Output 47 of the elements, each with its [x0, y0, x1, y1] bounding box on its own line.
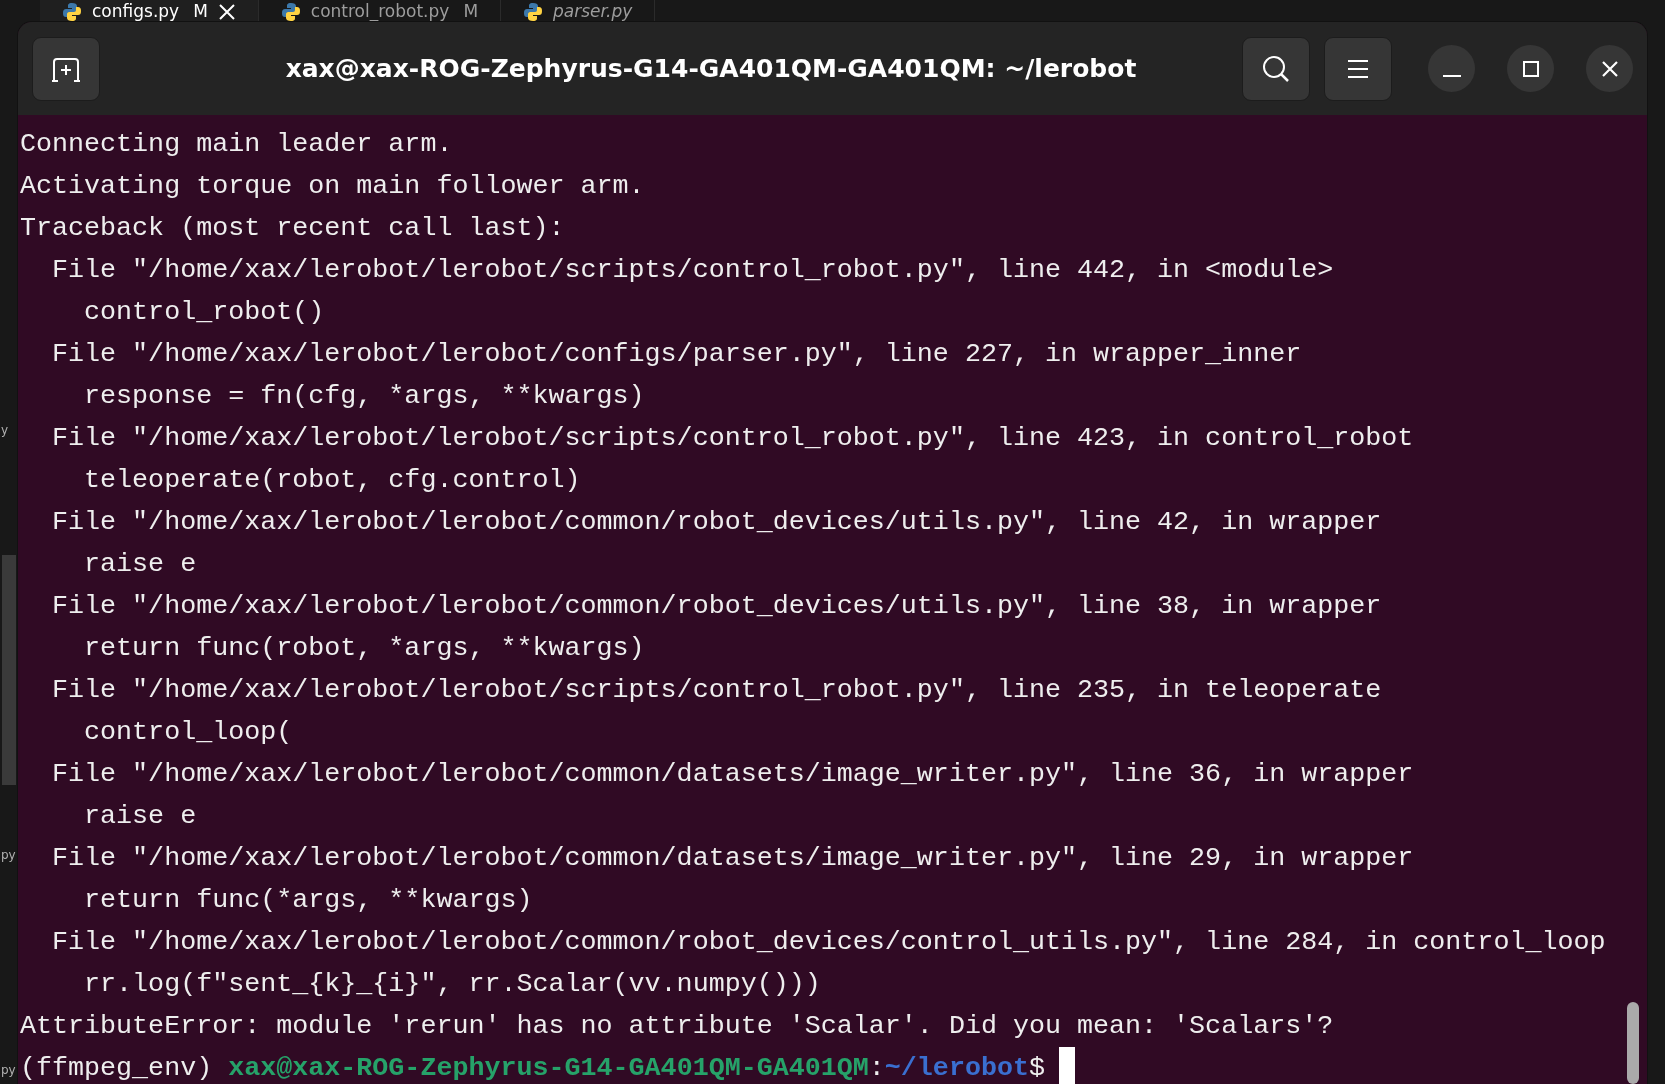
close-button[interactable]: [1586, 45, 1633, 92]
search-icon: [1261, 53, 1291, 84]
maximize-button[interactable]: [1507, 45, 1554, 92]
terminal-line: return func(*args, **kwargs): [83, 884, 533, 917]
terminal-line: File "/home/xax/lerobot/lerobot/scripts/control_robot.py", line 423, in control_robot: [51, 422, 1414, 455]
terminal-line: File "/home/xax/lerobot/lerobot/scripts/control_robot.py", line 235, in teleoperate: [51, 674, 1382, 707]
text-cursor: [1059, 1047, 1075, 1084]
prompt-user-host: xax@xax-ROG-Zephyrus-G14-GA401QM-GA401QM: [228, 1053, 869, 1083]
terminal-line: File "/home/xax/lerobot/lerobot/common/robot_devices/utils.py", line 38, in wrapper: [51, 590, 1382, 623]
terminal-line: Connecting main leader arm.: [20, 128, 453, 161]
env-name: (ffmpeg_env): [20, 1053, 214, 1083]
python-icon: [62, 1, 82, 22]
close-icon[interactable]: [217, 2, 236, 21]
code-fragment: py: [1, 1063, 16, 1077]
terminal-line: return func(robot, *args, **kwargs): [83, 632, 645, 665]
python-icon: [523, 1, 544, 22]
terminal-line: response = fn(cfg, *args, **kwargs): [83, 380, 645, 413]
terminal-line: File "/home/xax/lerobot/lerobot/common/robot_devices/utils.py", line 42, in wrapper: [51, 506, 1382, 539]
menu-button[interactable]: [1324, 36, 1392, 101]
terminal-line: Activating torque on main follower arm.: [20, 170, 645, 203]
terminal-line: Traceback (most recent call last):: [20, 212, 565, 245]
close-icon: [1600, 59, 1619, 78]
prompt-path: ~/lerobot: [884, 1053, 1029, 1083]
terminal-line: raise e: [83, 800, 197, 833]
terminal-line: File "/home/xax/lerobot/lerobot/common/robot_devices/control_utils.py", line 284, in control_loop: [51, 926, 1606, 959]
code-fragment: py: [1, 848, 16, 862]
maximize-icon: [1521, 59, 1540, 78]
terminal-line: AttributeError: module 'rerun' has no attribute 'Scalar'. Did you mean: 'Scalars'?: [20, 1010, 1334, 1043]
new-tab-button[interactable]: [32, 36, 100, 101]
terminal-line: File "/home/xax/lerobot/lerobot/common/datasets/image_writer.py", line 29, in wrapper: [51, 842, 1414, 875]
terminal-line: raise e: [83, 548, 197, 581]
minimize-icon: [1442, 74, 1461, 77]
terminal-line: teleoperate(robot, cfg.control): [83, 464, 581, 497]
terminal-line: control_loop(: [83, 716, 293, 749]
terminal-line: File "/home/xax/lerobot/lerobot/scripts/control_robot.py", line 442, in <module>: [51, 254, 1334, 287]
code-fragment: y: [1, 423, 9, 437]
menu-icon: [1346, 58, 1370, 79]
window-title: xax@xax-ROG-Zephyrus-G14-GA401QM-GA401QM: ~/lerobot: [284, 54, 1138, 83]
terminal-line: control_robot(): [83, 296, 325, 329]
editor-tab[interactable]: configs.py M: [40, 0, 259, 23]
terminal-line: File "/home/xax/lerobot/lerobot/configs/parser.py", line 227, in wrapper_inner: [51, 338, 1302, 371]
search-button[interactable]: [1242, 36, 1310, 101]
terminal-line: File "/home/xax/lerobot/lerobot/common/datasets/image_writer.py", line 36, in wrapper: [51, 758, 1414, 791]
python-icon: [280, 1, 301, 22]
prompt-separator: :: [868, 1053, 885, 1083]
prompt-symbol: $: [1028, 1053, 1045, 1083]
terminal-line: rr.log(f"sent_{k}_{i}", rr.Scalar(vv.numpy())): [83, 968, 821, 1001]
